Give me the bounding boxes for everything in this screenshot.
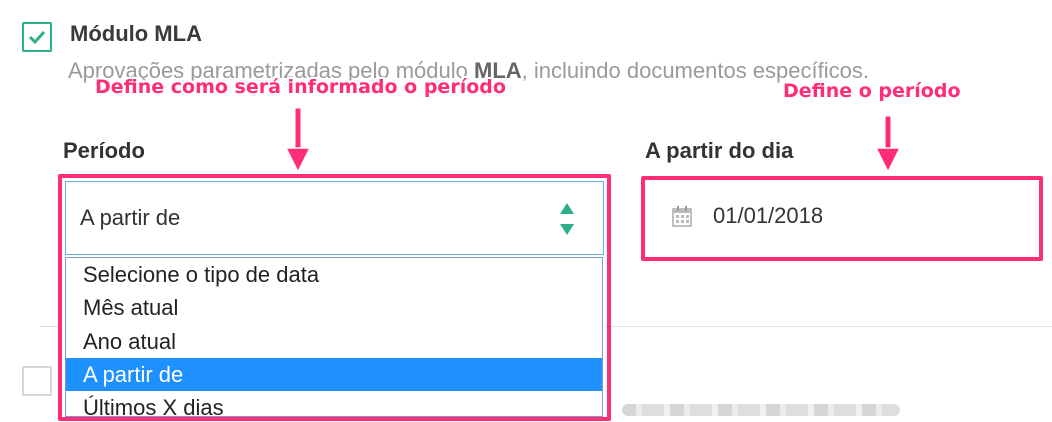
section-divider xyxy=(40,326,60,327)
module-mla-checkbox[interactable] xyxy=(22,22,52,52)
date-highlight-box xyxy=(641,176,1043,261)
annotation-arrow-right-icon xyxy=(876,116,900,174)
section-divider-right xyxy=(605,326,1052,327)
blurred-description xyxy=(622,404,900,416)
module-title: Módulo MLA xyxy=(70,21,202,46)
period-label: Período xyxy=(63,138,145,163)
annotation-period-type: Define como será informado o período xyxy=(95,76,506,98)
next-module-checkbox[interactable] xyxy=(22,366,52,396)
annotation-arrow-left-icon xyxy=(286,108,310,174)
period-highlight-box xyxy=(58,174,611,421)
annotation-period: Define o período xyxy=(783,80,961,102)
checkmark-icon xyxy=(28,30,46,45)
start-date-label: A partir do dia xyxy=(645,138,794,163)
